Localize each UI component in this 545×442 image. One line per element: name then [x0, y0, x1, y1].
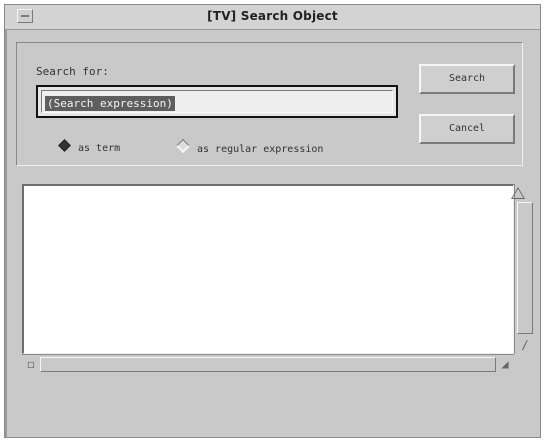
results-list[interactable] [22, 184, 514, 354]
search-for-label: Search for: [36, 65, 109, 78]
radio-as-term[interactable]: as term [58, 139, 121, 157]
horizontal-scrollbar[interactable]: ◻ ◢ [22, 354, 514, 374]
window-title: [TV] Search Object [207, 9, 338, 23]
search-input[interactable]: (Search expression) [36, 85, 398, 118]
cancel-button[interactable]: Cancel [419, 114, 515, 144]
horizontal-scroll-thumb[interactable] [40, 357, 496, 372]
window-left-border [5, 29, 7, 437]
vertical-scrollbar[interactable]: ⃤ ∕ [514, 184, 536, 354]
radio-as-regular-expression[interactable]: as regular expression [175, 138, 324, 157]
diamond-filled-icon [58, 139, 71, 152]
diamond-empty-icon [175, 138, 191, 154]
scroll-right-arrow-icon[interactable]: ◢ [498, 357, 512, 371]
scroll-down-arrow-icon[interactable]: ∕ [518, 338, 532, 352]
vertical-scroll-thumb[interactable] [517, 202, 533, 334]
search-input-value[interactable]: (Search expression) [45, 96, 175, 111]
radio-as-term-label: as term [78, 143, 121, 154]
scroll-left-arrow-icon[interactable]: ◻ [24, 357, 38, 371]
title-bar[interactable]: [TV] Search Object [5, 5, 540, 30]
search-button[interactable]: Search [419, 64, 515, 94]
radio-as-regular-expression-label: as regular expression [197, 144, 324, 155]
search-input-inner[interactable]: (Search expression) [41, 90, 393, 113]
scroll-up-arrow-icon[interactable]: ⃤ [518, 186, 532, 200]
